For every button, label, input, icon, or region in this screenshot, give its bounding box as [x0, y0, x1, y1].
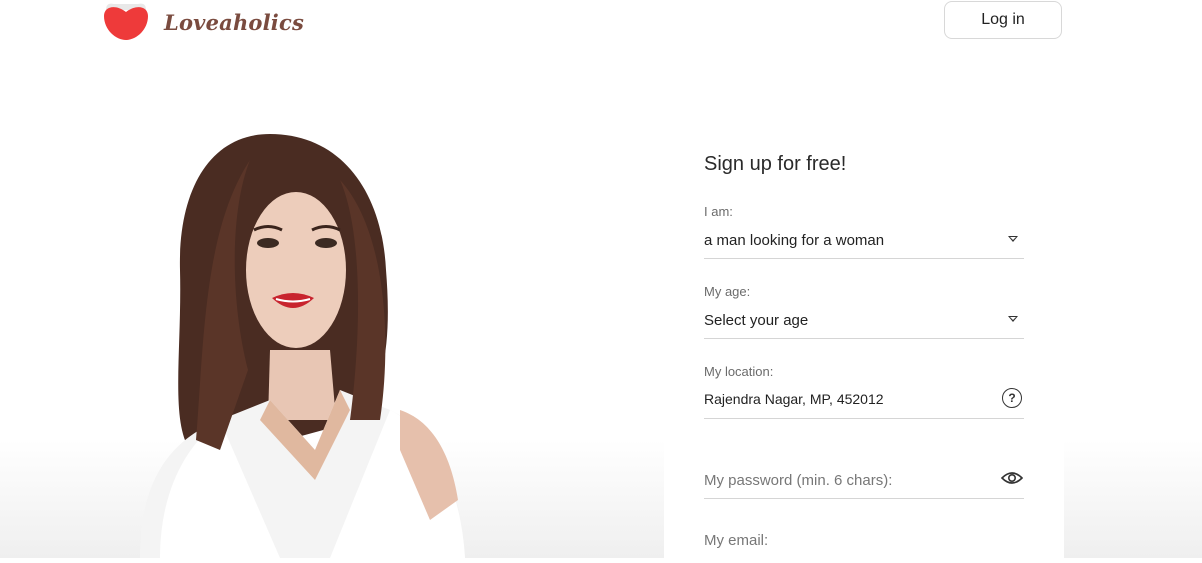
location-label: My location: — [704, 364, 774, 379]
gender-select[interactable]: I am: a man looking for a woman — [704, 202, 1024, 259]
age-label: My age: — [704, 284, 751, 299]
chevron-down-icon — [1008, 316, 1018, 322]
signup-panel: Sign up for free! I am: a man looking fo… — [664, 120, 1064, 558]
location-value: Rajendra Nagar, MP, 452012 — [704, 391, 884, 407]
hero-photo — [100, 120, 480, 558]
login-button[interactable]: Log in — [944, 1, 1062, 39]
gender-value: a man looking for a woman — [704, 232, 885, 249]
signup-title: Sign up for free! — [704, 153, 847, 175]
brand-name: Loveaholics — [164, 9, 304, 35]
chevron-down-icon — [1008, 236, 1018, 242]
password-placeholder: My password (min. 6 chars): — [704, 472, 893, 489]
age-select[interactable]: My age: Select your age — [704, 282, 1024, 339]
location-field[interactable]: My location: Rajendra Nagar, MP, 452012 … — [704, 362, 1024, 419]
password-field[interactable]: My password (min. 6 chars): — [704, 442, 1024, 499]
email-field[interactable]: My email: — [704, 522, 1024, 562]
brand-logo[interactable]: Loveaholics — [102, 2, 304, 42]
question-circle-icon[interactable]: ? — [1002, 388, 1022, 408]
heart-icon — [102, 2, 150, 42]
email-placeholder: My email: — [704, 532, 769, 549]
eye-icon[interactable] — [1000, 470, 1024, 491]
age-value: Select your age — [704, 312, 809, 329]
gender-label: I am: — [704, 204, 733, 219]
